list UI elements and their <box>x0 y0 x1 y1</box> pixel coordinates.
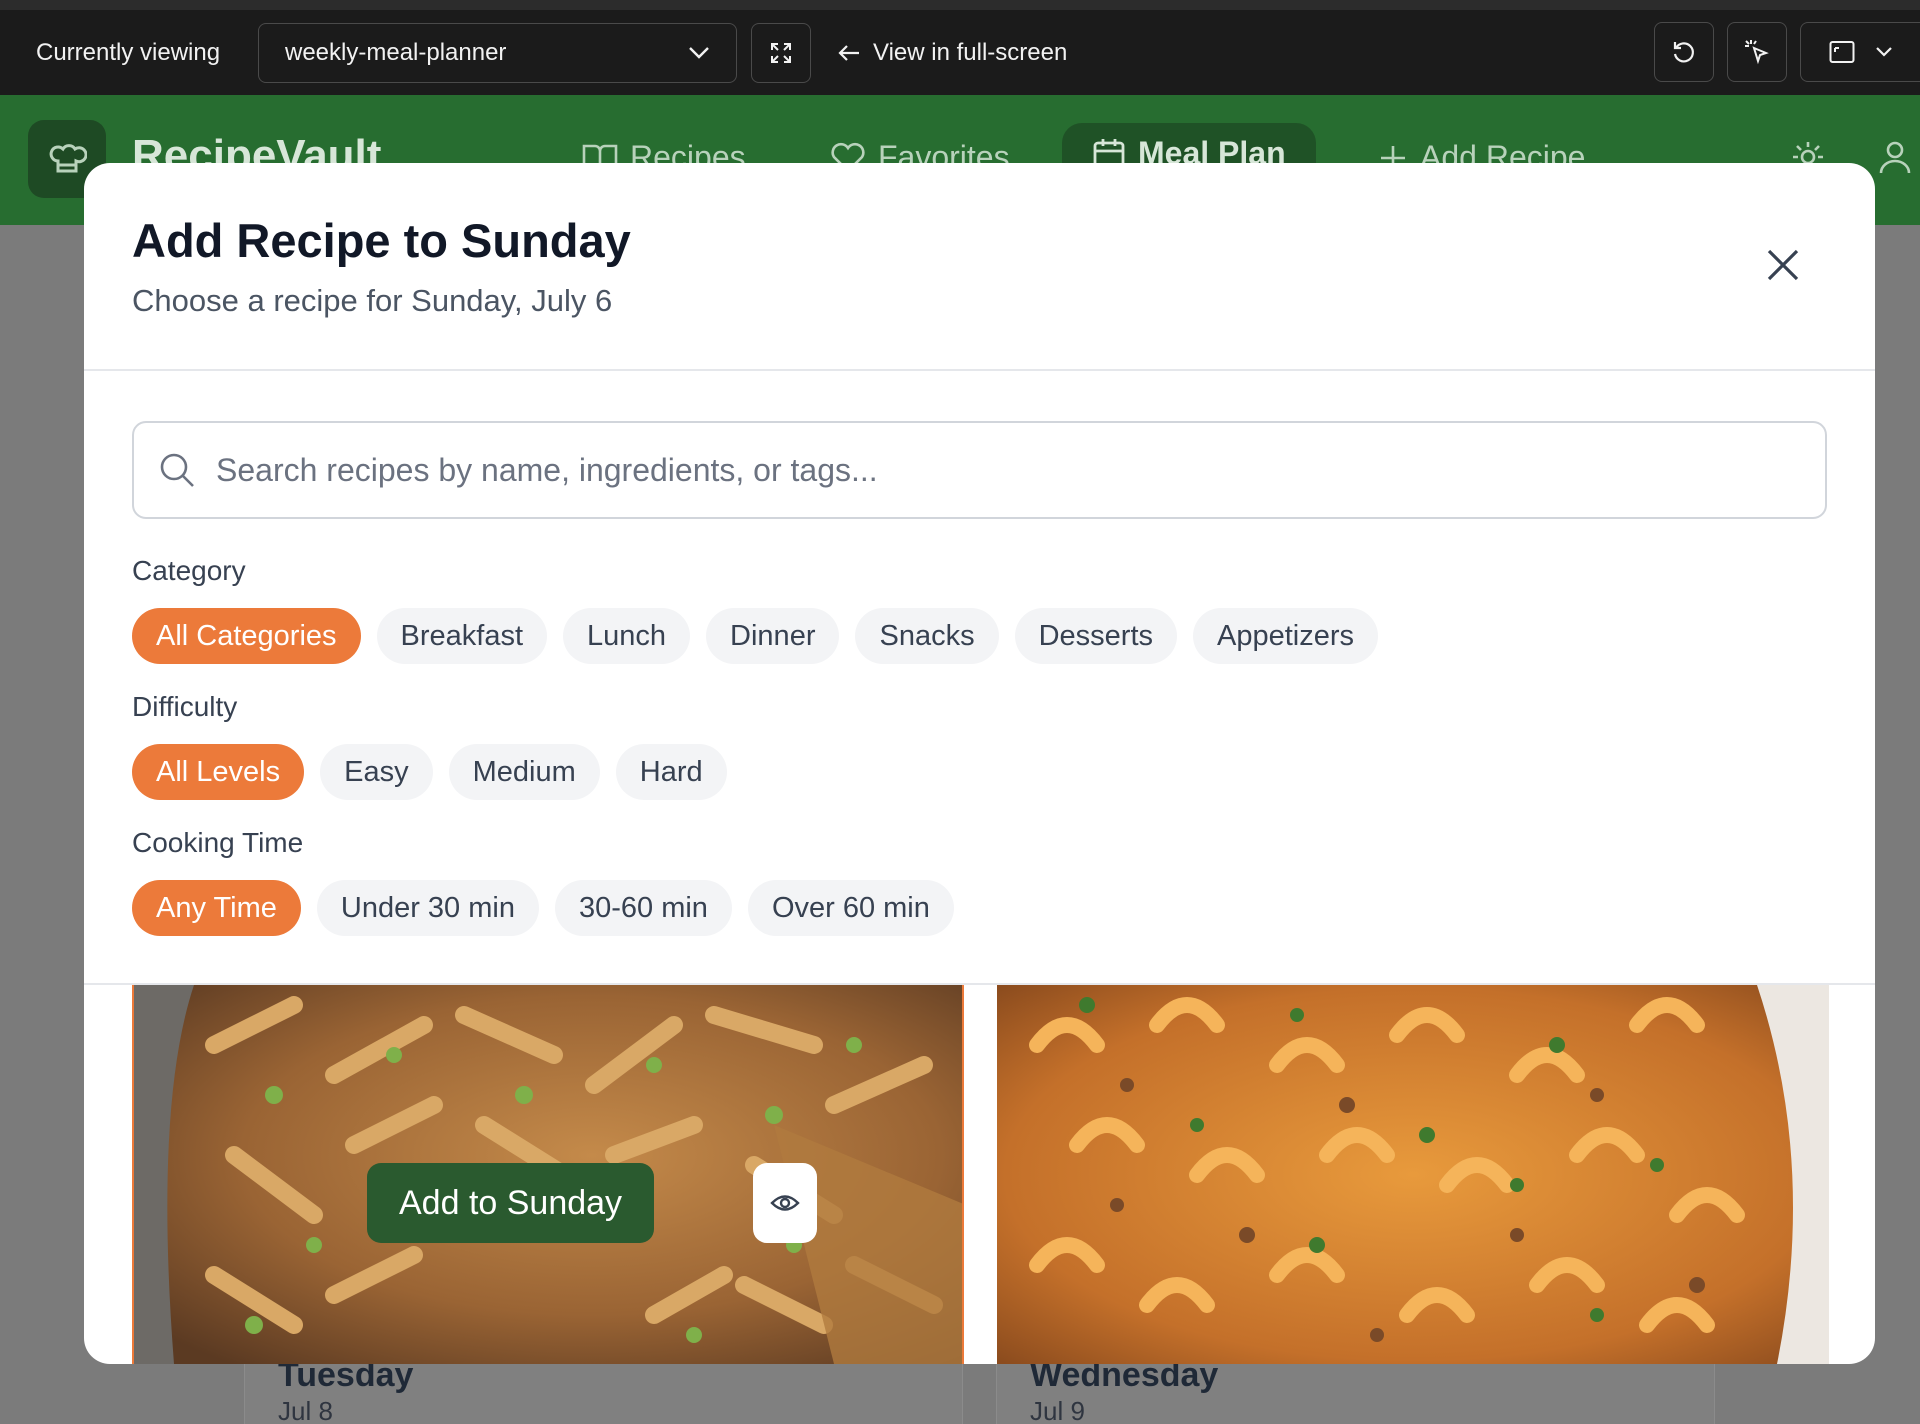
day-date: Jul 8 <box>278 1396 333 1424</box>
top-toolbar: Currently viewing weekly-meal-planner Vi… <box>0 0 1920 95</box>
fullscreen-link[interactable]: View in full-screen <box>837 39 1067 67</box>
fullscreen-link-label: View in full-screen <box>873 38 1068 66</box>
user-icon <box>1879 141 1911 174</box>
viewport-icon <box>1829 41 1855 63</box>
chip-dinner[interactable]: Dinner <box>706 608 840 664</box>
difficulty-chips: All Levels Easy Medium Hard <box>132 744 727 800</box>
project-select-value: weekly-meal-planner <box>285 38 507 66</box>
chip-easy[interactable]: Easy <box>320 744 433 800</box>
viewport-button[interactable] <box>1800 22 1920 82</box>
recipe-search <box>132 421 1827 519</box>
chip-breakfast[interactable]: Breakfast <box>376 608 548 664</box>
modal-title: Add Recipe to Sunday <box>132 214 631 267</box>
recipe-card[interactable]: Add to Sunday <box>132 985 964 1364</box>
select-element-button[interactable] <box>1727 22 1787 82</box>
add-to-day-button[interactable]: Add to Sunday <box>367 1163 655 1243</box>
chef-hat-icon <box>49 144 87 173</box>
category-chips: All Categories Breakfast Lunch Dinner Sn… <box>132 608 1379 664</box>
recipe-card[interactable] <box>997 985 1829 1364</box>
add-recipe-modal: Add Recipe to Sunday Choose a recipe for… <box>84 163 1875 1364</box>
reload-icon <box>1673 42 1694 63</box>
cooking-time-filter-label: Cooking Time <box>132 827 304 858</box>
chevron-down-icon <box>689 46 709 59</box>
profile-button[interactable] <box>1878 139 1912 175</box>
modal-subtitle: Choose a recipe for Sunday, July 6 <box>132 283 613 318</box>
eye-icon <box>770 1195 800 1211</box>
close-icon[interactable] <box>1763 245 1803 285</box>
chip-medium[interactable]: Medium <box>448 744 600 800</box>
toolbar-right-group <box>1654 22 1920 82</box>
preview-button[interactable] <box>753 1163 817 1243</box>
currently-viewing-label: Currently viewing <box>36 38 221 66</box>
cooking-time-chips: Any Time Under 30 min 30-60 min Over 60 … <box>132 880 954 936</box>
project-select[interactable]: weekly-meal-planner <box>258 22 737 83</box>
chip-all-levels[interactable]: All Levels <box>132 744 305 800</box>
chip-snacks[interactable]: Snacks <box>855 608 999 664</box>
chip-under-30-min[interactable]: Under 30 min <box>316 880 539 936</box>
recipe-results: Add to Sunday <box>132 985 1829 1364</box>
chevron-down-icon <box>1876 47 1892 57</box>
difficulty-filter-label: Difficulty <box>132 691 238 722</box>
chip-lunch[interactable]: Lunch <box>563 608 691 664</box>
category-filter-label: Category <box>132 555 246 586</box>
chip-all-categories[interactable]: All Categories <box>132 608 361 664</box>
chip-30-60-min[interactable]: 30-60 min <box>554 880 732 936</box>
reload-button[interactable] <box>1654 22 1714 82</box>
cursor-click-icon <box>1745 40 1769 65</box>
day-date: Jul 9 <box>1030 1396 1085 1424</box>
search-icon <box>160 453 194 487</box>
chip-over-60-min[interactable]: Over 60 min <box>747 880 954 936</box>
chip-hard[interactable]: Hard <box>615 744 727 800</box>
recipe-photo <box>997 985 1829 1364</box>
search-input[interactable] <box>216 451 1776 489</box>
chip-any-time[interactable]: Any Time <box>132 880 301 936</box>
arrow-left-icon <box>838 44 859 61</box>
chip-appetizers[interactable]: Appetizers <box>1193 608 1379 664</box>
expand-icon <box>771 42 791 63</box>
expand-button[interactable] <box>751 22 811 83</box>
modal-header: Add Recipe to Sunday Choose a recipe for… <box>84 163 1875 371</box>
chip-desserts[interactable]: Desserts <box>1014 608 1178 664</box>
